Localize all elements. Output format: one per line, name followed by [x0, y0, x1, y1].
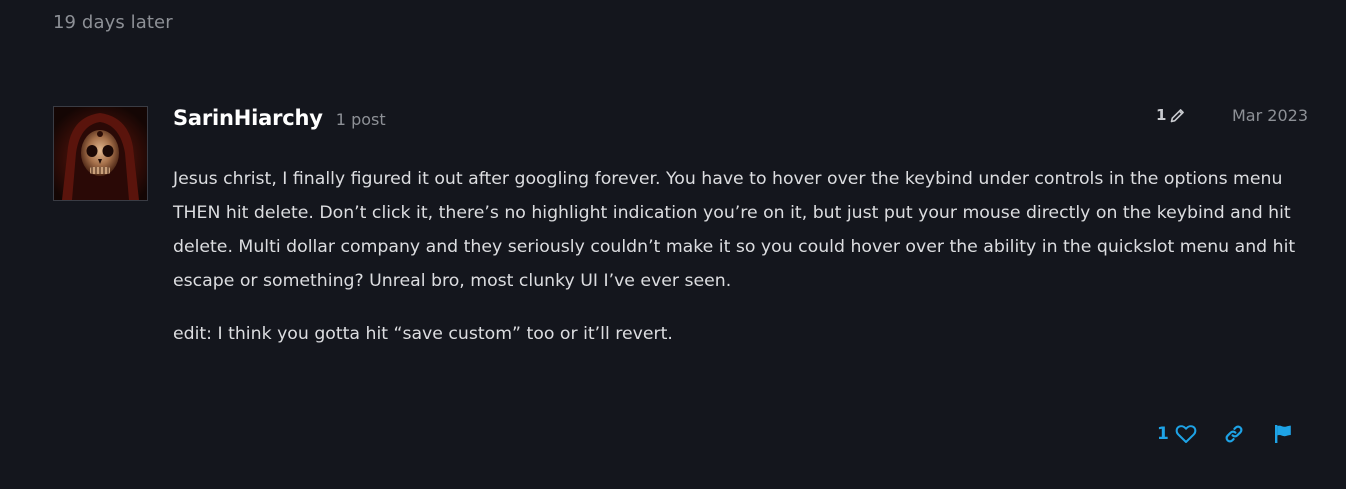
post-author-info: SarinHiarchy 1 post — [173, 106, 386, 130]
heart-icon[interactable] — [1175, 424, 1197, 444]
avatar[interactable] — [53, 106, 148, 201]
post-paragraph: edit: I think you gotta hit “save custom… — [173, 324, 673, 344]
flag-icon[interactable] — [1274, 424, 1292, 444]
post-body: Jesus christ, I finally figured it out a… — [173, 162, 1303, 351]
topic-post: SarinHiarchy 1 post 1 Mar 2023 Jesus chr… — [0, 0, 1346, 489]
pencil-icon — [1169, 107, 1186, 124]
username-link[interactable]: SarinHiarchy — [173, 106, 323, 130]
edit-history-button[interactable]: 1 — [1156, 106, 1186, 124]
like-count-button[interactable]: 1 — [1157, 424, 1169, 444]
avatar-image — [54, 107, 147, 200]
post-actions: 1 — [1157, 424, 1292, 444]
edit-count: 1 — [1156, 106, 1167, 124]
post-date[interactable]: Mar 2023 — [1232, 106, 1308, 125]
post-count: 1 post — [335, 110, 386, 129]
post-paragraph: Jesus christ, I finally figured it out a… — [173, 169, 1296, 291]
link-icon[interactable] — [1224, 424, 1244, 444]
